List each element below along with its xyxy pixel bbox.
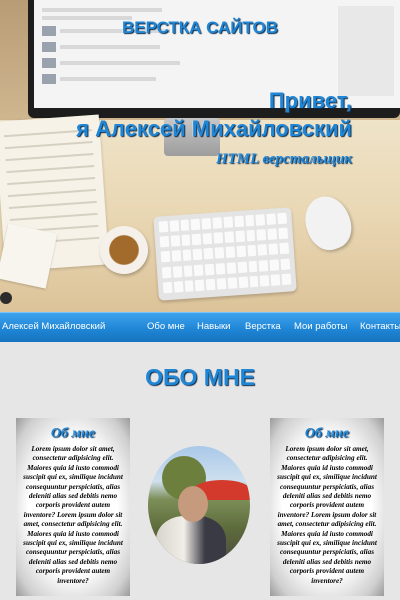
pen <box>0 292 12 304</box>
nav-item-works[interactable]: Мои работы <box>294 313 348 341</box>
hero-greeting-line2: я Алексей Михайловский <box>76 116 352 141</box>
about-section-title: ОБО МНЕ <box>145 364 255 390</box>
keyboard-image <box>153 207 297 301</box>
hero-role: HTML верстальщик <box>215 151 352 167</box>
nav-item-contacts[interactable]: Контакты <box>360 313 400 341</box>
hero-title: ВЕРСТКА САЙТОВ <box>122 18 278 37</box>
nav-item-layout[interactable]: Верстка <box>245 313 281 341</box>
about-card-heading: Об мне <box>50 426 96 441</box>
about-card-left: Об мне Lorem ipsum dolor sit amet, conse… <box>16 418 130 596</box>
nav-item-about[interactable]: Обо мне <box>147 313 185 341</box>
about-card-text: Lorem ipsum dolor sit amet, consectetur … <box>277 445 377 585</box>
about-card-right: Об мне Lorem ipsum dolor sit amet, conse… <box>270 418 384 596</box>
navigation-bar: Алексей Михайловский Обо мне Навыки Верс… <box>0 312 400 342</box>
nav-brand-link[interactable]: Алексей Михайловский <box>2 313 105 341</box>
hero-banner: ВЕРСТКА САЙТОВ Привет, я Алексей Михайло… <box>0 0 400 312</box>
about-card-heading: Об мне <box>304 426 350 441</box>
hero-greeting-line1: Привет, <box>268 88 352 113</box>
coffee-cup <box>100 226 148 274</box>
avatar-photo <box>148 446 250 564</box>
about-card-text: Lorem ipsum dolor sit amet, consectetur … <box>23 445 123 585</box>
nav-item-skills[interactable]: Навыки <box>197 313 230 341</box>
